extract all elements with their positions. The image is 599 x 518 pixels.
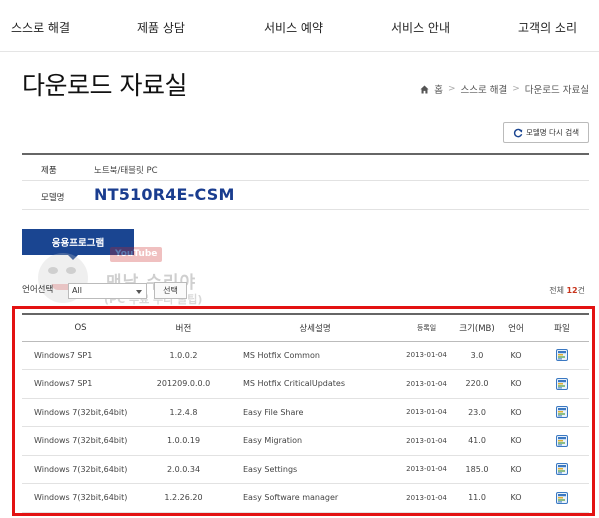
header-file: 파일 [535,313,589,342]
cell-language: KO [497,455,535,484]
nav-item-self-solve[interactable]: 스스로 해결 [11,19,70,36]
cell-date: 2013-01-04 [402,341,451,370]
total-count-prefix: 전체 [549,286,564,295]
refresh-icon [513,128,523,137]
breadcrumb-self-solve[interactable]: 스스로 해결 [461,82,508,96]
cell-version: 201209.0.0.0 [139,369,228,399]
header-os: OS [22,313,139,342]
total-count-number: 12 [566,286,578,295]
header-size: 크기(MB) [451,313,497,342]
download-file-icon[interactable] [556,491,568,504]
cell-os: Windows 7(32bit,64bit) [22,426,139,456]
cell-description: Easy File Share [228,398,402,427]
product-row: 제품 노트북/태블릿 PC [22,155,589,181]
product-info-table: 제품 노트북/태블릿 PC 모델명 NT510R4E-CSM [22,153,589,210]
breadcrumb: 홈 > 스스로 해결 > 다운로드 자료실 [420,82,589,96]
product-value: 노트북/태블릿 PC [94,166,158,176]
home-icon [420,84,429,94]
model-row: 모델명 NT510R4E-CSM [22,181,589,210]
cell-os: Windows 7(32bit,64bit) [22,455,139,484]
header-language: 언어 [497,313,535,342]
table-row: Windows 7(32bit,64bit) 1.2.26.20 Easy So… [22,483,589,513]
cell-os: Windows 7(32bit,64bit) [22,483,139,513]
cell-file [535,398,589,427]
cell-version: 1.0.0.19 [139,426,228,456]
cell-description: MS Hotfix CriticalUpdates [228,369,402,399]
cell-file [535,369,589,399]
table-row: Windows7 SP1 1.0.0.2 MS Hotfix Common 20… [22,341,589,370]
cell-version: 1.2.4.8 [139,398,228,427]
cell-size: 41.0 [451,426,497,456]
download-file-icon[interactable] [556,463,568,476]
cell-language: KO [497,426,535,456]
cell-file [535,426,589,456]
header-description: 상세설명 [228,313,402,342]
cell-os: Windows7 SP1 [22,369,139,399]
cell-language: KO [497,341,535,370]
cell-size: 23.0 [451,398,497,427]
download-file-icon[interactable] [556,377,568,390]
cell-file [535,341,589,370]
tab-applications[interactable]: 응용프로그램 [22,229,134,255]
cell-file [535,455,589,484]
cell-date: 2013-01-04 [402,369,451,399]
cell-language: KO [497,398,535,427]
header-version: 버전 [139,313,228,342]
nav-item-service-reservation[interactable]: 서비스 예약 [264,19,323,36]
tab-active-indicator [68,255,78,260]
cell-os: Windows7 SP1 [22,341,139,370]
cell-date: 2013-01-04 [402,455,451,484]
model-value: NT510R4E-CSM [94,185,235,204]
language-apply-button[interactable]: 선택 [154,282,187,299]
top-navigation: 스스로 해결 제품 상담 서비스 예약 서비스 안내 고객의 소리 [0,0,599,52]
nav-item-customer-voice[interactable]: 고객의 소리 [518,19,577,36]
language-select[interactable]: All [68,283,147,299]
header-date: 등록일 [402,313,451,342]
table-row: Windows 7(32bit,64bit) 1.0.0.19 Easy Mig… [22,426,589,456]
chevron-down-icon [136,290,142,294]
table-header-row: OS 버전 상세설명 등록일 크기(MB) 언어 파일 [22,313,589,342]
table-row: Windows7 SP1 201209.0.0.0 MS Hotfix Crit… [22,369,589,399]
cell-size: 220.0 [451,369,497,399]
nav-item-product-consult[interactable]: 제품 상담 [137,19,185,36]
cell-description: Easy Settings [228,455,402,484]
cell-date: 2013-01-04 [402,426,451,456]
language-select-value: All [72,286,82,295]
cell-description: MS Hotfix Common [228,341,402,370]
chevron-right-icon: > [447,84,456,94]
product-label: 제품 [41,166,57,176]
cell-language: KO [497,369,535,399]
nav-item-service-info[interactable]: 서비스 안내 [391,19,450,36]
cell-version: 1.0.0.2 [139,341,228,370]
cell-version: 2.0.0.34 [139,455,228,484]
cell-date: 2013-01-04 [402,483,451,513]
cell-description: Easy Software manager [228,483,402,513]
model-label: 모델명 [41,193,65,203]
download-file-icon[interactable] [556,434,568,447]
cell-size: 11.0 [451,483,497,513]
cell-date: 2013-01-04 [402,398,451,427]
language-select-label: 언어선택 [22,285,54,295]
page-title: 다운로드 자료실 [22,71,187,100]
cell-os: Windows 7(32bit,64bit) [22,398,139,427]
cell-description: Easy Migration [228,426,402,456]
download-file-icon[interactable] [556,349,568,362]
model-search-again-button[interactable]: 모델명 다시 검색 [503,122,589,143]
breadcrumb-current: 다운로드 자료실 [524,85,589,96]
table-row: Windows 7(32bit,64bit) 1.2.4.8 Easy File… [22,398,589,427]
chevron-right-icon: > [512,84,520,94]
cell-version: 1.2.26.20 [139,483,228,513]
total-count: 전체 12건 [549,285,585,296]
cell-language: KO [497,483,535,513]
breadcrumb-home[interactable]: 홈 [434,82,443,96]
download-table: OS 버전 상세설명 등록일 크기(MB) 언어 파일 Windows7 SP1… [22,313,589,513]
cell-size: 3.0 [451,341,497,370]
table-row: Windows 7(32bit,64bit) 2.0.0.34 Easy Set… [22,455,589,484]
cell-file [535,483,589,513]
total-count-suffix: 건 [577,286,585,295]
model-search-again-label: 모델명 다시 검색 [525,128,580,137]
download-file-icon[interactable] [556,406,568,419]
cell-size: 185.0 [451,455,497,484]
